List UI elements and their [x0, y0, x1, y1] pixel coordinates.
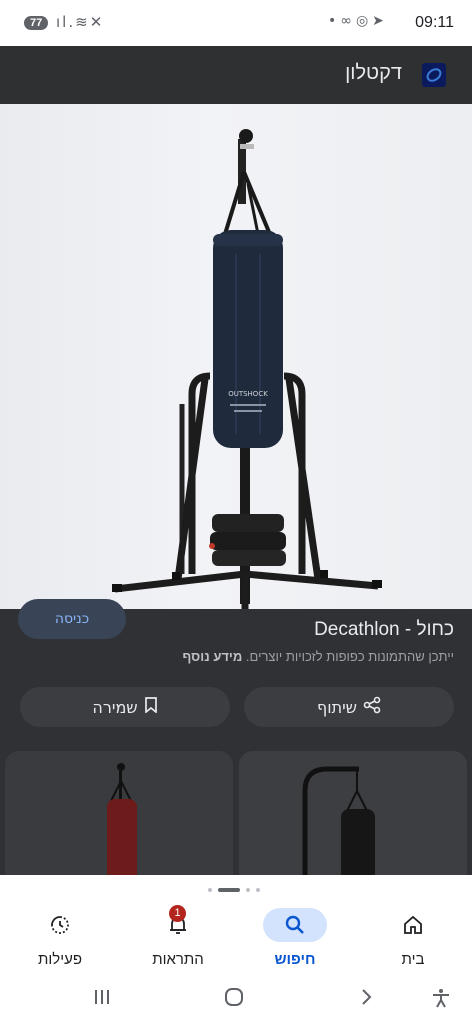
- accessibility-icon[interactable]: [430, 987, 452, 1013]
- related-image-thumbnail[interactable]: [239, 751, 467, 881]
- site-name[interactable]: דקטלון: [345, 62, 402, 85]
- nav-activity-label: פעילות: [38, 951, 82, 968]
- product-title[interactable]: כחול - Decathlon: [314, 619, 454, 641]
- share-label: שיתוף: [316, 697, 358, 717]
- clock: 09:11: [415, 14, 454, 31]
- save-label: שמירה: [92, 697, 138, 717]
- related-image-thumbnail[interactable]: [5, 751, 233, 881]
- decathlon-logo-icon: [422, 63, 446, 87]
- notification-count-badge: 1: [169, 905, 186, 922]
- visit-button[interactable]: כניסה: [18, 599, 126, 639]
- share-button[interactable]: שיתוף: [244, 687, 454, 727]
- copyright-notice: ייתכן שהתמונות כפופות לזכויות יוצרים. מי…: [182, 649, 454, 664]
- telegram-icon: ➤: [372, 13, 388, 29]
- carousel-indicator: [208, 886, 268, 894]
- bag-brand-label: OUTSHOCK: [228, 390, 268, 398]
- home-icon: [381, 908, 445, 942]
- system-navigation-bar: [0, 979, 472, 1024]
- copyright-text: ייתכן שהתמונות כפופות לזכויות יוצרים.: [245, 649, 454, 664]
- nav-notifications-label: התראות: [152, 951, 204, 968]
- share-icon: [363, 696, 381, 718]
- mute-icon: ✕: [89, 13, 105, 31]
- recents-icon[interactable]: [92, 987, 112, 1011]
- nav-search[interactable]: חיפוש: [250, 908, 340, 974]
- home-circle-icon[interactable]: [224, 987, 244, 1011]
- status-left-icons: ıl.≋✕: [56, 13, 104, 31]
- nav-search-label: חיפוש: [274, 951, 316, 968]
- back-icon[interactable]: [356, 987, 376, 1011]
- bell-icon: 1: [146, 905, 210, 942]
- nav-notifications[interactable]: 1 התראות: [133, 905, 223, 974]
- battery-badge: 77: [24, 16, 49, 30]
- signal-icon: ıl.: [56, 13, 76, 31]
- wifi-icon: ≋: [75, 13, 90, 31]
- bottom-navigation: בית חיפוש 1 התראות פעילות: [0, 875, 472, 1024]
- product-image[interactable]: OUTSHOCK: [0, 104, 472, 609]
- status-bar: 77 ıl.≋✕ •∞◎➤ 09:11: [0, 0, 472, 46]
- more-info-link[interactable]: מידע נוסף: [182, 649, 242, 664]
- voicemail-icon: ∞: [340, 13, 356, 29]
- save-button[interactable]: שמירה: [20, 687, 230, 727]
- nav-home[interactable]: בית: [368, 908, 458, 974]
- image-details-panel: כניסה כחול - Decathlon ייתכן שהתמונות כפ…: [0, 599, 472, 881]
- activity-icon: [28, 908, 92, 942]
- source-header[interactable]: דקטלון: [0, 46, 472, 104]
- status-right-icons: •∞◎➤: [328, 13, 388, 29]
- nav-activity[interactable]: פעילות: [15, 908, 105, 974]
- search-icon: [263, 908, 327, 942]
- whatsapp-icon: ◎: [355, 13, 373, 29]
- dot-icon: •: [328, 13, 341, 29]
- nav-home-label: בית: [401, 951, 425, 968]
- bookmark-icon: [144, 697, 158, 717]
